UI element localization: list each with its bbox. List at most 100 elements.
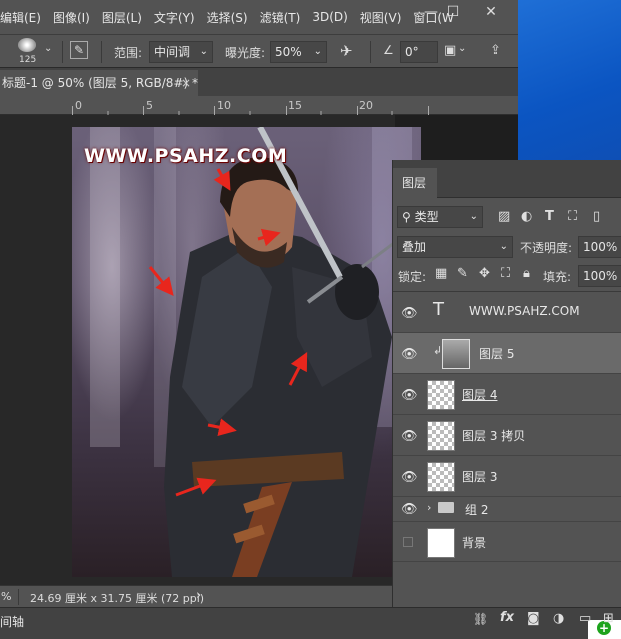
chevron-down-icon[interactable]: ⌄ (458, 43, 466, 54)
eye-icon[interactable]: 👁︎ (401, 388, 418, 403)
eye-icon[interactable]: 👁︎ (401, 306, 418, 321)
menu-image[interactable]: 图像(I) (47, 9, 96, 26)
timeline-tab-label[interactable]: 间轴 (0, 613, 24, 630)
fill-value: 100% (583, 269, 618, 283)
layer-row[interactable]: 👁︎ 图层 3 (393, 456, 621, 497)
lock-artboard-icon[interactable]: ⛶ (501, 266, 510, 281)
ruler-tick-label: 15 (288, 99, 302, 112)
shape-filter-icon[interactable]: ⛶ (568, 209, 577, 224)
layers-tab[interactable]: 图层 (393, 168, 437, 198)
close-tab-icon[interactable]: × (181, 70, 191, 96)
document-canvas[interactable]: WWW.PSAHZ.COM (72, 127, 421, 577)
layer-name: 图层 3 (462, 470, 498, 484)
pixel-filter-icon[interactable]: ▨ (498, 209, 510, 224)
menu-select[interactable]: 选择(S) (201, 9, 254, 26)
layer-name: 组 2 (465, 503, 489, 517)
lock-position-icon[interactable]: ✥ (479, 266, 490, 281)
adjustment-icon[interactable]: ◑ (553, 611, 564, 626)
red-arrow-icon (288, 352, 308, 386)
layer-row[interactable]: 👁︎ 图层 4 (393, 374, 621, 415)
chevron-down-icon: ⌄ (199, 46, 208, 57)
layer-row-group[interactable]: 👁︎ › 组 2 (393, 497, 621, 522)
share-icon[interactable]: ⇪ (490, 43, 501, 58)
layer-thumbnail (427, 528, 455, 558)
link-icon[interactable]: ⛓ (473, 612, 488, 626)
ruler-tick-label: 10 (217, 99, 231, 112)
menu-view[interactable]: 视图(V) (354, 9, 408, 26)
red-arrow-icon (257, 228, 281, 247)
angle-input[interactable]: 0° (400, 41, 438, 63)
chevron-right-icon[interactable]: › (196, 588, 201, 603)
smart-object-filter-icon[interactable]: ▯ (593, 209, 600, 224)
exposure-input[interactable]: 50% ⌄ (270, 41, 327, 63)
adjustment-filter-icon[interactable]: ◐ (521, 209, 532, 224)
menu-filter[interactable]: 滤镜(T) (254, 9, 307, 26)
menu-bar: 编辑(E) 图像(I) 图层(L) 文字(Y) 选择(S) 滤镜(T) 3D(D… (0, 0, 518, 34)
fill-input[interactable]: 100% (578, 265, 621, 287)
layers-panel-header: 图层 (393, 160, 621, 198)
zoom-level[interactable]: % (1, 590, 11, 603)
eye-icon[interactable]: 👁︎ (401, 502, 418, 517)
menu-edit[interactable]: 编辑(E) (0, 9, 47, 26)
layer-name: WWW.PSAHZ.COM (469, 304, 580, 318)
chevron-down-icon: ⌄ (313, 46, 322, 57)
lock-transparent-icon[interactable]: ▦ (435, 266, 447, 281)
brush-size: 125 (19, 55, 37, 65)
chevron-down-icon[interactable]: ⌄ (44, 43, 52, 54)
chevron-down-icon: ⌄ (499, 241, 508, 252)
menu-type[interactable]: 文字(Y) (148, 9, 201, 26)
divider (101, 41, 102, 63)
document-tab-title: 标题-1 @ 50% (图层 5, RGB/8#) * (2, 76, 198, 90)
exposure-value: 50% (275, 45, 302, 59)
opacity-label: 不透明度: (520, 241, 573, 255)
layer-row-background[interactable]: 背景 (393, 522, 621, 562)
angle-value: 0° (405, 45, 419, 59)
new-layer-icon[interactable]: ⊞ (603, 611, 614, 626)
brush-preset-icon[interactable] (18, 38, 36, 52)
red-arrow-icon (148, 266, 174, 296)
brush-settings-icon[interactable]: ✎ (70, 41, 88, 59)
divider (370, 41, 371, 63)
airbrush-icon[interactable]: ✈ (340, 42, 353, 60)
layer-name: 图层 3 拷贝 (462, 429, 526, 443)
visibility-off-icon[interactable] (403, 537, 413, 547)
fx-icon[interactable]: fx (500, 610, 514, 625)
layer-filter-select[interactable]: ⚲ 类型 ⌄ (397, 206, 483, 228)
menu-3d[interactable]: 3D(D) (306, 10, 353, 24)
maximize-button[interactable]: ☐ (436, 0, 470, 24)
exposure-label: 曝光度: (225, 46, 266, 60)
filter-label: 类型 (414, 210, 439, 224)
document-tab[interactable]: 标题-1 @ 50% (图层 5, RGB/8#) * × (0, 70, 198, 96)
mask-icon[interactable]: ◙ (527, 611, 540, 626)
angle-icon: ∠ (383, 43, 394, 57)
layer-name: 背景 (462, 536, 487, 550)
lock-all-icon[interactable]: 🔒︎ (523, 266, 530, 281)
eye-icon[interactable]: 👁︎ (401, 429, 418, 444)
range-label: 范围: (114, 46, 143, 60)
opacity-input[interactable]: 100% (578, 236, 621, 258)
eye-icon[interactable]: 👁︎ (401, 347, 418, 362)
layer-thumbnail (442, 339, 470, 369)
pressure-size-icon[interactable]: ▣ (444, 43, 456, 58)
search-icon: ⚲ (402, 210, 415, 224)
red-arrow-icon (207, 418, 237, 437)
chevron-right-icon[interactable]: › (427, 501, 431, 514)
annotation-arrows (148, 168, 308, 497)
eye-icon[interactable]: 👁︎ (401, 470, 418, 485)
lock-image-icon[interactable]: ✎ (457, 266, 468, 281)
range-select[interactable]: 中间调 ⌄ (149, 41, 213, 63)
layer-thumbnail (427, 380, 455, 410)
type-filter-icon[interactable]: T (545, 209, 554, 224)
layer-row-text[interactable]: 👁︎ T WWW.PSAHZ.COM (393, 292, 621, 333)
options-bar: 125 ⌄ ✎ 范围: 中间调 ⌄ 曝光度: 50% ⌄ ✈ ∠ 0° ▣ ⌄ ⇪ (0, 34, 518, 68)
layer-row-selected[interactable]: 👁︎ ↲ 图层 5 (393, 333, 621, 374)
folder-icon[interactable]: ▭ (579, 611, 591, 626)
folder-icon (438, 502, 454, 513)
fill-label: 填充: (543, 270, 572, 284)
red-arrow-icon (213, 168, 231, 191)
document-info: 24.69 厘米 x 31.75 厘米 (72 ppi) (30, 592, 205, 605)
menu-layer[interactable]: 图层(L) (96, 9, 148, 26)
close-button[interactable]: ✕ (474, 0, 508, 24)
layer-row[interactable]: 👁︎ 图层 3 拷贝 (393, 415, 621, 456)
blend-mode-select[interactable]: 叠加 ⌄ (397, 236, 513, 258)
